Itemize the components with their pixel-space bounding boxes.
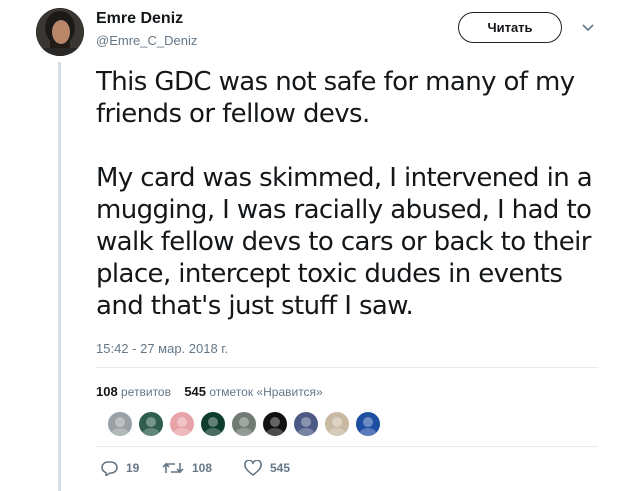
liker-avatar-5[interactable] [231, 411, 257, 437]
author-name[interactable]: Emre Deniz [96, 10, 183, 28]
liker-avatars [107, 411, 386, 437]
tweet-paragraph: This GDC was not safe for many of my fri… [96, 67, 575, 129]
liker-avatar-7[interactable] [293, 411, 319, 437]
likes-label: отметок «Нравится» [209, 385, 323, 399]
like-count: 545 [270, 461, 291, 475]
retweet-icon [162, 462, 184, 474]
tweet-text: This GDC was not safe for many of my fri… [96, 66, 616, 322]
liker-avatar-8[interactable] [324, 411, 350, 437]
liker-avatar-2[interactable] [138, 411, 164, 437]
reply-button[interactable]: 19 [100, 460, 162, 476]
author-avatar[interactable] [36, 8, 84, 56]
heart-icon [244, 460, 262, 476]
avatar-image [36, 8, 84, 56]
liker-avatar-3[interactable] [169, 411, 195, 437]
likes-count: 545 [184, 384, 207, 399]
retweets-count: 108 [96, 384, 118, 399]
retweet-button[interactable]: 108 [162, 460, 244, 476]
divider [96, 446, 598, 447]
thread-line [58, 62, 61, 491]
tweet-timestamp[interactable]: 15:42 - 27 мар. 2018 г. [96, 341, 228, 356]
liker-avatar-1[interactable] [107, 411, 133, 437]
chevron-down-icon[interactable] [582, 23, 594, 33]
liker-avatar-4[interactable] [200, 411, 226, 437]
liker-avatar-6[interactable] [262, 411, 288, 437]
reply-count: 19 [126, 461, 140, 475]
reply-icon [101, 461, 118, 476]
like-button[interactable]: 545 [244, 460, 290, 476]
follow-button[interactable]: Читать [458, 12, 562, 43]
author-handle[interactable]: @Emre_C_Deniz [96, 33, 197, 48]
divider [96, 367, 598, 368]
tweet-stats: 108 ретвитов 545 отметок «Нравится» [96, 384, 333, 399]
retweets-label: ретвитов [121, 385, 171, 399]
retweets-stat[interactable]: 108 ретвитов [96, 384, 171, 399]
retweet-count: 108 [192, 461, 213, 475]
likes-stat[interactable]: 545 отметок «Нравится» [184, 384, 322, 399]
tweet-actions: 19 108 545 [100, 460, 290, 476]
liker-avatar-9[interactable] [355, 411, 381, 437]
tweet-paragraph: My card was skimmed, I intervened in a m… [96, 163, 593, 321]
